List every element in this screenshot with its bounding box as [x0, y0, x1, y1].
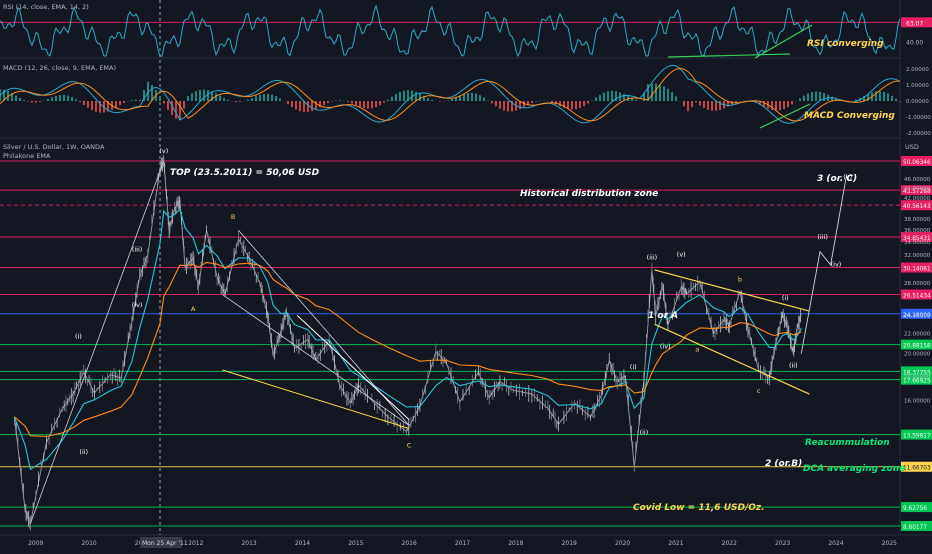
- wave-label: c: [757, 387, 761, 395]
- time-tick-label: 2009: [28, 540, 43, 547]
- wave-label: a: [695, 346, 699, 354]
- rsi-value-label: 63.07: [906, 20, 923, 27]
- wave2-label: 2 (or.B): [765, 459, 802, 469]
- macd-tick-label: 1.00000: [906, 83, 929, 89]
- time-tick-label: 2018: [508, 540, 523, 547]
- price-tick-label: 46.00000: [904, 177, 931, 183]
- price-tick-label: 18.00000: [904, 374, 931, 380]
- wave1-label: 1 or A: [648, 311, 678, 321]
- time-tick-label: 2017: [455, 540, 470, 547]
- dca-annotation: DCA averaging zone: [803, 464, 905, 474]
- cursor-date: Mon 25 Apr '11: [142, 540, 188, 547]
- price-tick-label: 34.00000: [904, 240, 931, 246]
- wave-label: (iv): [132, 301, 143, 309]
- price-tick-label: 22.00000: [904, 332, 931, 338]
- wave-label: b: [738, 275, 742, 283]
- wave-label: (v): [159, 147, 168, 155]
- price-tick-label: 32.00000: [904, 253, 931, 259]
- price-tick-label: 44.00000: [904, 186, 931, 192]
- price-level-label: 11.66703: [903, 466, 931, 472]
- price-level-label: 30.14061: [903, 267, 931, 273]
- price-level-label: 8.80177: [903, 525, 927, 531]
- time-tick-label: 2020: [615, 540, 630, 547]
- wave-label: (iv): [660, 342, 671, 350]
- time-tick-label: 2016: [402, 540, 417, 547]
- macd-tick-label: -1.00000: [906, 115, 931, 121]
- price-level-label: 26.51434: [903, 293, 931, 299]
- wave-label: (iii): [647, 254, 658, 262]
- wave-label: B: [231, 213, 235, 221]
- reacc-annotation: Reacummulation: [805, 438, 890, 448]
- rsi-tick-label: 40.00: [906, 39, 923, 46]
- price-tick-label: 42.00000: [904, 196, 931, 202]
- price-tick-label: 36.00000: [904, 228, 931, 234]
- chart-svg[interactable]: (i) (ii) (iii) (iv) (v) A B C (i) (ii) (iii) (iv) (v…: [0, 0, 932, 550]
- price-level-label: 20.88158: [903, 344, 931, 350]
- price-level-label: 40.56143: [903, 204, 931, 210]
- time-tick-label: 2014: [295, 540, 310, 547]
- time-tick-label: 2024: [828, 540, 843, 547]
- price-level-label: 13.59817: [903, 434, 931, 440]
- price-tick-label: 20.00000: [904, 352, 931, 358]
- wave-label: (i): [75, 332, 82, 340]
- wave-label: (ii): [640, 429, 649, 437]
- wave-label: (iii): [132, 246, 143, 254]
- macd-annotation: MACD Converging: [804, 111, 895, 121]
- price-tick-label: 16.00000: [904, 398, 931, 404]
- wave3-label: 3 (or. C): [817, 174, 857, 184]
- time-tick-label: 2025: [882, 540, 897, 547]
- price-tick-label: 28.00000: [904, 281, 931, 287]
- macd-indicator-label[interactable]: MACD (12, 26, close, 9, EMA, EMA): [3, 64, 116, 72]
- macd-tick-label: 2.00000: [906, 67, 929, 73]
- time-tick-label: 2013: [241, 540, 256, 547]
- wave-label: (iv): [831, 260, 842, 268]
- tradingview-chart: (i) (ii) (iii) (iv) (v) A B C (i) (ii) (iii) (iv) (v…: [0, 0, 932, 550]
- price-level-label: 9.62756: [903, 506, 927, 512]
- wave-label: (iii): [817, 233, 828, 241]
- price-tick-label: 24.00000: [904, 313, 931, 319]
- zone-annotation: Historical distribution zone: [520, 189, 658, 199]
- time-tick-label: 2019: [562, 540, 577, 547]
- price-tick-label: 38.00000: [904, 217, 931, 223]
- time-tick-label: 2021: [668, 540, 683, 547]
- unit-label: USD: [905, 143, 919, 151]
- macd-tick-label: 0.00000: [906, 99, 929, 105]
- covid-annotation: Covid Low = 11,6 USD/Oz.: [633, 503, 765, 513]
- time-tick-label: 2023: [775, 540, 790, 547]
- wave-label: (ii): [789, 362, 798, 370]
- wave-label: (i): [630, 363, 637, 371]
- macd-tick-label: -2.00000: [906, 131, 931, 137]
- wave-label: A: [191, 305, 196, 313]
- time-tick-label: 2015: [348, 540, 363, 547]
- ema-label[interactable]: Philakone EMA: [3, 152, 51, 160]
- rsi-indicator-label[interactable]: RSI (14, close, EMA, 14, 2): [3, 3, 89, 11]
- time-tick-label: 2022: [722, 540, 737, 547]
- top-annotation: TOP (23.5.2011) = 50,06 USD: [170, 168, 320, 178]
- wave-label: (v): [677, 250, 686, 258]
- rsi-annotation: RSI converging: [807, 39, 884, 49]
- symbol-label[interactable]: Silver / U.S. Dollar, 1W, OANDA: [3, 143, 105, 151]
- time-tick-label: 2010: [81, 540, 96, 547]
- time-tick-label: 2012: [188, 540, 203, 547]
- wave-label: C: [407, 441, 412, 449]
- wave-label: (i): [782, 294, 789, 302]
- price-level-label: 50.06346: [903, 160, 931, 166]
- wave-label: (ii): [79, 448, 88, 456]
